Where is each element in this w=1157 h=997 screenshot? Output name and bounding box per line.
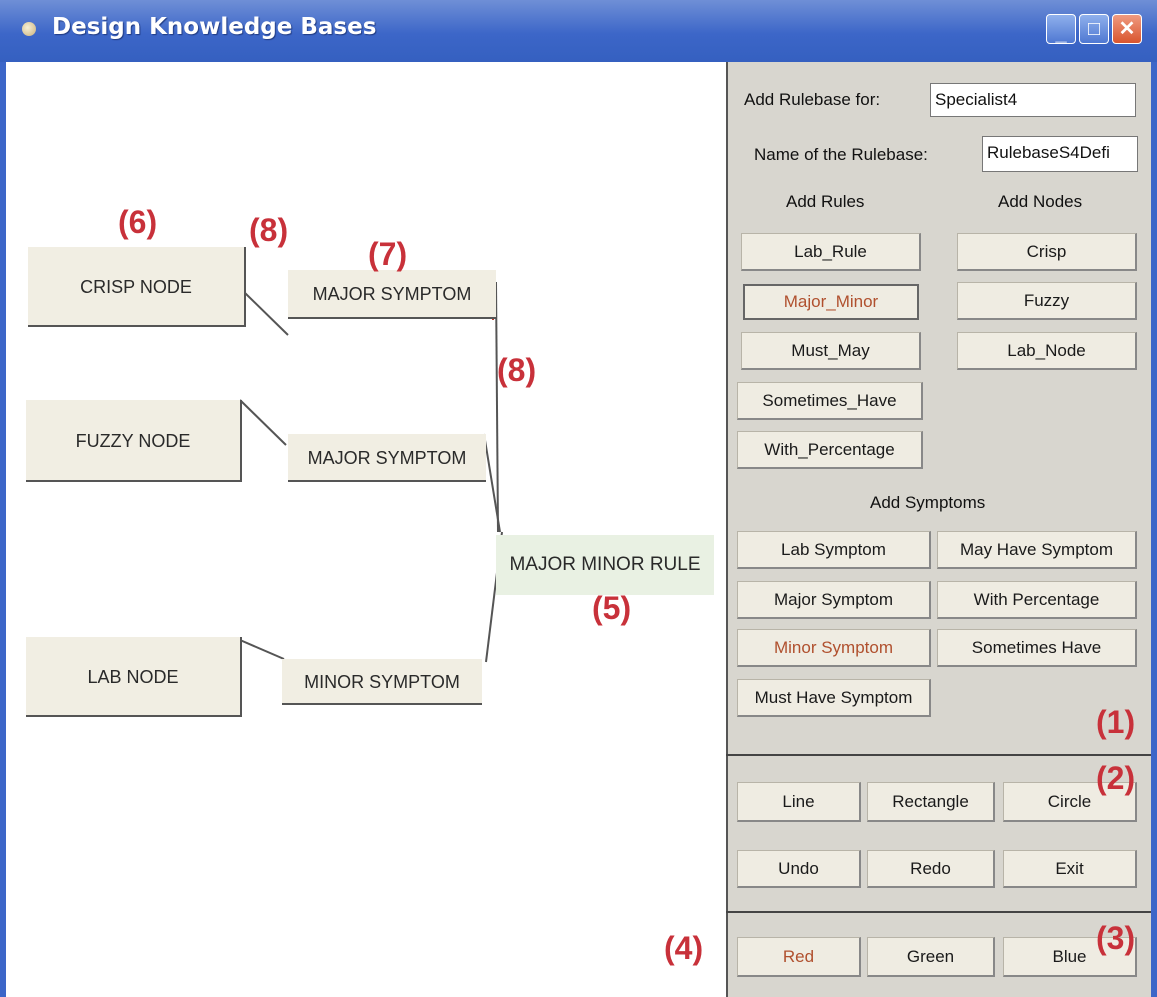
minimize-icon: _ <box>1055 23 1067 45</box>
major-symptom-button[interactable]: Major Symptom <box>737 581 931 619</box>
minor-symptom-label: MINOR SYMPTOM <box>304 672 460 692</box>
sometimes-have-symptom-button[interactable]: Sometimes Have <box>937 629 1137 667</box>
window-frame-right <box>1151 62 1157 997</box>
connector-lab-minor <box>239 639 285 660</box>
red-color-button-label: Red <box>782 947 815 966</box>
sometimes-have-button-label: Sometimes_Have <box>762 391 897 410</box>
fuzzy-node-button[interactable]: Fuzzy <box>957 282 1137 320</box>
annotation-6: (6) <box>118 204 158 240</box>
must-have-symptom-button[interactable]: Must Have Symptom <box>737 679 931 717</box>
panel-divider-1 <box>726 754 1151 756</box>
must-have-symptom-button-label: Must Have Symptom <box>754 688 913 707</box>
add-symptoms-heading: Add Symptoms <box>870 493 986 512</box>
major-minor-rule-node[interactable]: MAJOR MINOR RULE <box>496 535 714 595</box>
sometimes-have-button[interactable]: Sometimes_Have <box>737 382 923 420</box>
crisp-node-button[interactable]: Crisp <box>957 233 1137 271</box>
line-button[interactable]: Line <box>737 782 861 822</box>
exit-button-label: Exit <box>1055 859 1084 878</box>
major-symptom-node-2[interactable]: MAJOR SYMPTOM <box>288 434 486 482</box>
fuzzy-node[interactable]: FUZZY NODE <box>26 400 242 482</box>
rectangle-button[interactable]: Rectangle <box>867 782 995 822</box>
rulebase-for-field[interactable]: Specialist4 <box>930 83 1136 117</box>
annotation-1: (1) <box>1096 704 1136 740</box>
crisp-node-button-label: Crisp <box>1026 242 1067 261</box>
lab-rule-button[interactable]: Lab_Rule <box>741 233 921 271</box>
maximize-button[interactable]: □ <box>1079 14 1109 44</box>
annotation-3: (3) <box>1096 920 1136 956</box>
lab-rule-button-label: Lab_Rule <box>794 242 867 261</box>
crisp-node-label: CRISP NODE <box>80 277 192 297</box>
may-have-symptom-button-label: May Have Symptom <box>959 540 1114 559</box>
minimize-button[interactable]: _ <box>1046 14 1076 45</box>
fuzzy-node-button-label: Fuzzy <box>1023 291 1070 310</box>
maximize-icon: □ <box>1087 18 1101 40</box>
panel-divider-2 <box>726 911 1151 913</box>
redo-button-label: Redo <box>910 859 951 878</box>
rulebase-for-label: Add Rulebase for: <box>744 90 881 109</box>
minor-symptom-button-label: Minor Symptom <box>773 638 894 657</box>
major-symptom-button-label: Major Symptom <box>773 590 894 609</box>
major-symptom-node-1[interactable]: MAJOR SYMPTOM <box>288 270 496 319</box>
connector-major1-rule <box>495 281 499 533</box>
lab-node-label: LAB NODE <box>87 667 179 687</box>
rectangle-button-label: Rectangle <box>892 792 969 811</box>
red-color-button[interactable]: Red <box>737 937 861 977</box>
annotation-5: (5) <box>592 590 632 626</box>
window-title: Design Knowledge Bases <box>52 14 377 40</box>
with-percentage-button-label: With_Percentage <box>764 440 895 459</box>
exit-button[interactable]: Exit <box>1003 850 1137 888</box>
close-icon: ✕ <box>1118 18 1136 40</box>
lab-node-button-label: Lab_Node <box>1007 341 1086 360</box>
rulebase-name-field[interactable]: RulebaseS4Defi <box>982 136 1138 172</box>
minor-symptom-node[interactable]: MINOR SYMPTOM <box>282 659 482 705</box>
line-button-label: Line <box>782 792 815 811</box>
annotation-4: (4) <box>664 930 704 966</box>
annotation-2: (2) <box>1096 760 1136 796</box>
sometimes-have-symptom-button-label: Sometimes Have <box>971 638 1102 657</box>
undo-button-label: Undo <box>778 859 819 878</box>
with-percentage-symptom-button-label: With Percentage <box>973 590 1100 609</box>
add-rules-heading: Add Rules <box>786 192 865 211</box>
lab-symptom-button[interactable]: Lab Symptom <box>737 531 931 569</box>
may-have-symptom-button[interactable]: May Have Symptom <box>937 531 1137 569</box>
close-button[interactable]: ✕ <box>1112 14 1142 44</box>
title-bar[interactable]: Design Knowledge Bases _ □ ✕ <box>0 0 1157 62</box>
undo-button[interactable]: Undo <box>737 850 861 888</box>
drawing-canvas[interactable]: CRISP NODE FUZZY NODE LAB NODE MAJOR SYM… <box>6 62 724 997</box>
must-may-button[interactable]: Must_May <box>741 332 921 370</box>
green-color-button-label: Green <box>906 947 955 966</box>
lab-node[interactable]: LAB NODE <box>26 637 242 717</box>
annotation-8-middle: (8) <box>497 352 537 388</box>
redo-button[interactable]: Redo <box>867 850 995 888</box>
app-icon <box>22 22 36 36</box>
fuzzy-node-label: FUZZY NODE <box>75 431 191 451</box>
major-minor-button[interactable]: Major_Minor <box>743 284 919 320</box>
minor-symptom-button[interactable]: Minor Symptom <box>737 629 931 667</box>
annotation-7: (7) <box>368 236 408 272</box>
with-percentage-button[interactable]: With_Percentage <box>737 431 923 469</box>
annotation-8-top: (8) <box>249 212 289 248</box>
major-symptom-label-1: MAJOR SYMPTOM <box>312 284 472 304</box>
connector-fuzzy-major <box>239 399 287 446</box>
green-color-button[interactable]: Green <box>867 937 995 977</box>
major-minor-button-label: Major_Minor <box>783 292 879 311</box>
connector-crisp-major <box>243 291 289 336</box>
add-nodes-heading: Add Nodes <box>998 192 1083 211</box>
major-minor-rule-label: MAJOR MINOR RULE <box>509 554 701 575</box>
must-may-button-label: Must_May <box>791 341 870 360</box>
design-knowledge-bases-window: Design Knowledge Bases _ □ ✕ CRISP NODE … <box>0 0 1157 997</box>
major-symptom-label-2: MAJOR SYMPTOM <box>307 448 467 468</box>
lab-node-button[interactable]: Lab_Node <box>957 332 1137 370</box>
with-percentage-symptom-button[interactable]: With Percentage <box>937 581 1137 619</box>
connector-lines <box>239 281 503 663</box>
lab-symptom-button-label: Lab Symptom <box>781 540 886 559</box>
rulebase-name-label: Name of the Rulebase: <box>754 145 928 164</box>
crisp-node[interactable]: CRISP NODE <box>28 247 246 327</box>
